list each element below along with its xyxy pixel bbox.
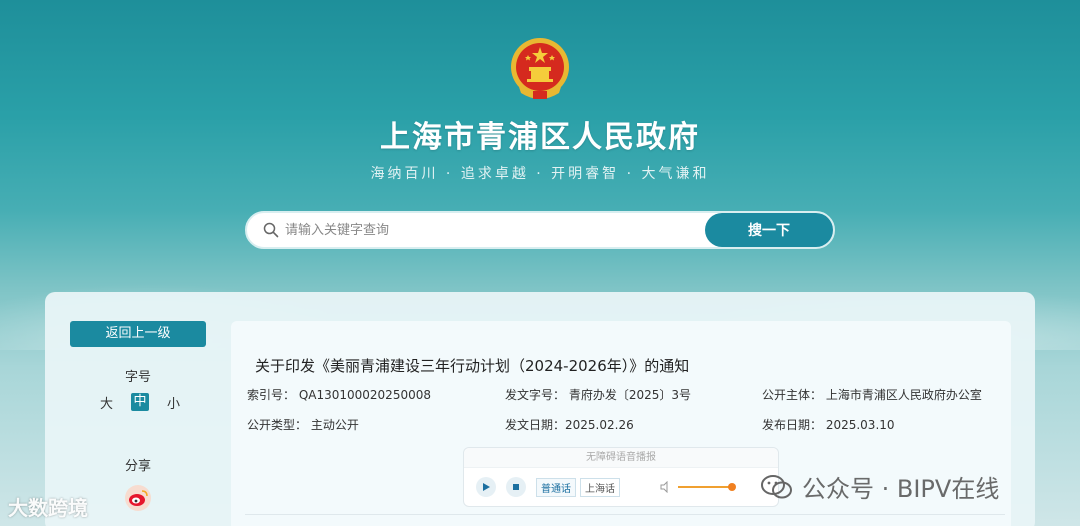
meta-open-type: 公开类型： 主动公开 bbox=[247, 418, 359, 432]
back-button[interactable]: 返回上一级 bbox=[70, 321, 206, 347]
font-size-small[interactable]: 小 bbox=[167, 393, 180, 412]
national-emblem-icon bbox=[511, 38, 569, 99]
font-size-selector: 大 中 小 bbox=[100, 392, 180, 412]
volume-slider[interactable] bbox=[678, 483, 736, 491]
meta-issue-date: 发文日期：2025.02.26 bbox=[505, 418, 634, 432]
lang-shanghainese-button[interactable]: 上海话 bbox=[580, 477, 620, 497]
stop-button[interactable] bbox=[506, 477, 526, 497]
audio-header: 无障碍语音播报 bbox=[464, 448, 778, 468]
watermark-left-text: 大数跨境 bbox=[8, 496, 88, 520]
meta-index-no: 索引号： QA130100020250008 bbox=[247, 388, 431, 402]
lang-mandarin-button[interactable]: 普通话 bbox=[536, 477, 576, 497]
play-icon bbox=[483, 483, 490, 491]
audio-player: 无障碍语音播报 普通话 上海话 bbox=[463, 447, 779, 507]
search-button[interactable]: 搜一下 bbox=[705, 213, 833, 247]
share-label: 分享 bbox=[124, 459, 151, 474]
wechat-icon bbox=[761, 474, 792, 498]
volume-icon bbox=[660, 481, 668, 493]
watermark-left: 大数跨境 bbox=[8, 492, 88, 521]
font-size-label: 字号 bbox=[124, 370, 151, 385]
meta-publisher: 公开主体： 上海市青浦区人民政府办公室 bbox=[762, 388, 982, 402]
watermark-right: 公众号 · BIPV在线 bbox=[760, 469, 999, 504]
stop-icon bbox=[513, 484, 519, 490]
document-title: 关于印发《美丽青浦建设三年行动计划（2024-2026年）》的通知 bbox=[255, 357, 690, 375]
font-size-large[interactable]: 大 bbox=[100, 393, 113, 412]
content-divider bbox=[245, 514, 1005, 515]
font-size-medium[interactable]: 中 bbox=[131, 393, 149, 411]
watermark-right-text: 公众号 · BIPV在线 bbox=[802, 475, 1000, 503]
volume-knob[interactable] bbox=[728, 483, 736, 491]
play-button[interactable] bbox=[476, 477, 496, 497]
weibo-icon[interactable] bbox=[124, 484, 152, 512]
search-bar: 搜一下 bbox=[245, 211, 835, 249]
site-title: 上海市青浦区人民政府 bbox=[380, 120, 700, 155]
search-icon bbox=[263, 222, 279, 238]
site-slogan: 海纳百川 · 追求卓越 · 开明睿智 · 大气谦和 bbox=[370, 166, 710, 182]
meta-publish-date: 发布日期： 2025.03.10 bbox=[762, 418, 895, 432]
meta-doc-no: 发文字号： 青府办发〔2025〕3号 bbox=[505, 388, 691, 402]
volume-control[interactable] bbox=[660, 481, 736, 493]
search-input[interactable] bbox=[285, 213, 705, 247]
